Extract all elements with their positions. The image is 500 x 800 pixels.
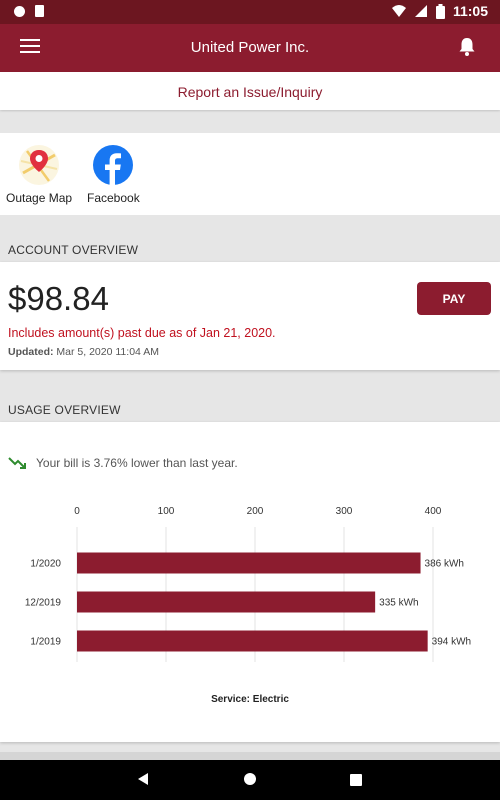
updated-label: Updated: bbox=[8, 346, 54, 358]
pay-button[interactable]: PAY bbox=[417, 282, 491, 315]
report-issue-bar: Report an Issue/Inquiry bbox=[0, 72, 500, 110]
y-tick-label: 1/2019 bbox=[30, 637, 61, 648]
bar-value-label: 335 kWh bbox=[379, 598, 418, 609]
x-tick-label: 300 bbox=[336, 506, 353, 517]
outage-map-shortcut[interactable]: Outage Map bbox=[6, 145, 72, 205]
chart-caption: Service: Electric bbox=[211, 694, 289, 705]
status-right-icons: 11:05 bbox=[391, 3, 488, 19]
recents-square-icon bbox=[350, 774, 362, 786]
y-tick-label: 1/2020 bbox=[30, 559, 61, 570]
status-left-icons bbox=[14, 5, 44, 17]
bar-value-label: 394 kWh bbox=[432, 637, 471, 648]
status-bar: 11:05 bbox=[0, 0, 500, 24]
signal-icon bbox=[414, 5, 427, 17]
system-nav-bar bbox=[0, 760, 500, 800]
usage-card: Your bill is 3.76% lower than last year.… bbox=[0, 422, 500, 742]
home-circle-icon bbox=[244, 773, 256, 785]
facebook-shortcut[interactable]: Facebook bbox=[87, 145, 140, 205]
app-bar: United Power Inc. bbox=[0, 24, 500, 72]
bell-icon bbox=[459, 38, 475, 56]
notification-dot-icon bbox=[14, 5, 25, 17]
bottom-strip bbox=[0, 752, 500, 760]
usage-chart: 0 100 200 300 400 1/2020 386 kWh 12/2019 335 kWh… bbox=[25, 506, 471, 705]
account-card: $98.84 PAY Includes amount(s) past due a… bbox=[0, 262, 500, 370]
bar bbox=[77, 591, 376, 613]
y-tick-label: 12/2019 bbox=[25, 598, 62, 609]
account-overview-header: ACCOUNT OVERVIEW bbox=[8, 243, 139, 257]
report-issue-link[interactable]: Report an Issue/Inquiry bbox=[178, 84, 323, 100]
x-tick-label: 200 bbox=[247, 506, 264, 517]
usage-overview-header: USAGE OVERVIEW bbox=[8, 403, 121, 417]
updated-timestamp: Updated: Mar 5, 2020 11:04 AM bbox=[8, 346, 159, 358]
facebook-label: Facebook bbox=[87, 191, 140, 205]
home-button[interactable] bbox=[243, 772, 257, 791]
recents-button[interactable] bbox=[350, 773, 362, 791]
battery-icon bbox=[435, 3, 445, 19]
notifications-button[interactable] bbox=[458, 37, 476, 59]
bar bbox=[77, 630, 428, 652]
updated-value: Mar 5, 2020 11:04 AM bbox=[56, 346, 159, 358]
shortcuts-panel: Outage Map Facebook bbox=[0, 133, 500, 215]
map-pin-icon bbox=[19, 145, 60, 185]
past-due-notice: Includes amount(s) past due as of Jan 21… bbox=[8, 326, 276, 340]
bar bbox=[77, 552, 421, 574]
status-time: 11:05 bbox=[452, 3, 488, 19]
outage-map-label: Outage Map bbox=[6, 191, 73, 205]
x-tick-label: 0 bbox=[74, 506, 80, 517]
back-triangle-icon bbox=[138, 773, 148, 785]
wifi-icon bbox=[391, 5, 406, 17]
back-button[interactable] bbox=[137, 772, 149, 791]
x-tick-label: 400 bbox=[425, 506, 442, 517]
x-tick-label: 100 bbox=[158, 506, 175, 517]
bar-value-label: 386 kWh bbox=[425, 559, 464, 570]
app-title: United Power Inc. bbox=[190, 39, 310, 56]
account-balance: $98.84 bbox=[8, 280, 109, 317]
sd-card-icon bbox=[35, 5, 44, 17]
facebook-icon bbox=[93, 145, 134, 185]
